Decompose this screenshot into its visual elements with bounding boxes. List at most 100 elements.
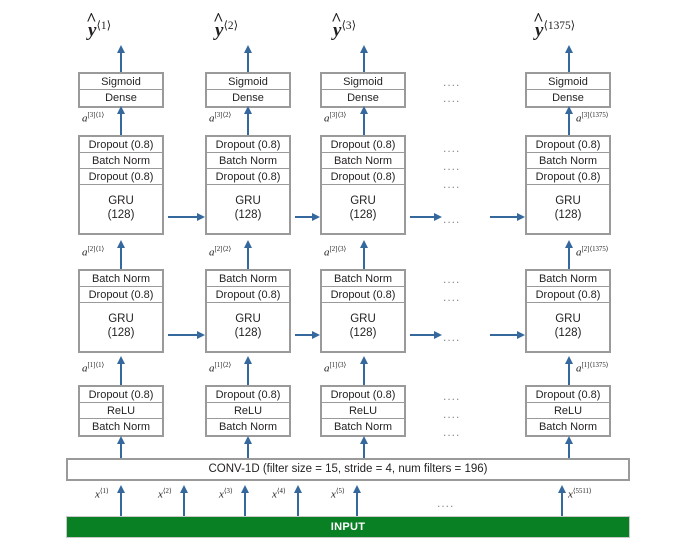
arrow-input-4	[294, 485, 302, 517]
layer-batchnorm: Batch Norm	[80, 271, 162, 287]
arrow-a3-col1	[117, 106, 125, 135]
output-block-col2: Sigmoid Dense	[205, 72, 291, 108]
convpost-block-col4: Dropout (0.8) ReLU Batch Norm	[525, 385, 611, 437]
layer-relu: ReLU	[322, 403, 404, 419]
ellipsis-batchnorm1-row: ....	[443, 425, 461, 439]
arrow-a2-col2	[244, 240, 252, 269]
x-superscript: ⟨4⟩	[276, 488, 286, 495]
layer-batchnorm: Batch Norm	[538, 421, 598, 433]
gru-name: GRU	[350, 313, 376, 325]
output-block-col3: Sigmoid Dense	[320, 72, 406, 108]
layer-dropout-bottom: Dropout (0.8)	[322, 169, 404, 185]
layer-batchnorm: Batch Norm	[527, 271, 609, 287]
arrow-a2-col1	[117, 240, 125, 269]
input-label-5: x⟨5⟩	[331, 487, 345, 501]
gru-name: GRU	[108, 313, 134, 325]
arrow-input-3	[241, 485, 249, 517]
layer-relu: ReLU	[527, 403, 609, 419]
gru-units: (128)	[349, 327, 377, 339]
layer-dropout: Dropout (0.8)	[207, 387, 289, 403]
layer-batchnorm: Batch Norm	[333, 421, 393, 433]
gru-units: (128)	[107, 209, 135, 221]
ellipsis-batchnorm3-row: ....	[443, 159, 461, 173]
output-label-col3: y⟨3⟩	[333, 18, 356, 42]
input-label-last: x⟨5511⟩	[568, 487, 592, 501]
layer-sigmoid: Sigmoid	[527, 74, 609, 90]
gru2-block-col1: Batch Norm Dropout (0.8) GRU (128)	[78, 269, 164, 353]
arrow-output-col4	[565, 45, 573, 72]
layer-dense: Dense	[347, 92, 379, 104]
layer-batchnorm: Batch Norm	[207, 271, 289, 287]
x-superscript: ⟨1⟩	[99, 488, 109, 495]
gru-name: GRU	[555, 313, 581, 325]
a2-label-col2: a[2]⟨2⟩	[209, 245, 231, 259]
input-label-1: x⟨1⟩	[95, 487, 109, 501]
layer-dropout: Dropout (0.8)	[322, 387, 404, 403]
x-superscript: ⟨3⟩	[223, 488, 233, 495]
layer-gru: GRU (128)	[207, 303, 289, 351]
gru3-block-col2: Dropout (0.8) Batch Norm Dropout (0.8) G…	[205, 135, 291, 235]
layer-dropout-bottom: Dropout (0.8)	[80, 169, 162, 185]
layer-gru: GRU (128)	[527, 303, 609, 351]
input-bar: INPUT	[66, 516, 630, 538]
ellipsis-dense-row: ....	[443, 91, 461, 105]
arrow-output-col2	[244, 45, 252, 72]
a2-superscript: [2]⟨3⟩	[329, 246, 347, 253]
a1-label-col2: a[1]⟨2⟩	[209, 361, 231, 375]
gru-units: (128)	[349, 209, 377, 221]
layer-dropout: Dropout (0.8)	[322, 287, 404, 303]
a1-superscript: [1]⟨1375⟩	[581, 362, 609, 369]
convpost-block-col2: Dropout (0.8) ReLU Batch Norm	[205, 385, 291, 437]
layer-dropout: Dropout (0.8)	[80, 287, 162, 303]
y-hat-superscript: ⟨3⟩	[341, 20, 357, 32]
x-superscript: ⟨5511⟩	[572, 488, 592, 495]
ellipsis-dropout3-row: ....	[443, 141, 461, 155]
layer-sigmoid: Sigmoid	[207, 74, 289, 90]
recurrent-arrow-gru3-1to2	[168, 213, 205, 221]
output-label-col2: y⟨2⟩	[215, 18, 238, 42]
gru-name: GRU	[235, 195, 261, 207]
arrow-input-last	[558, 485, 566, 517]
a3-superscript: [3]⟨2⟩	[214, 112, 232, 119]
y-hat-superscript: ⟨1375⟩	[543, 20, 576, 32]
ellipsis-dropout2-row: ....	[443, 290, 461, 304]
a3-superscript: [3]⟨1⟩	[87, 112, 105, 119]
output-block-col4: Sigmoid Dense	[525, 72, 611, 108]
y-hat-glyph: y	[215, 20, 223, 41]
x-superscript: ⟨5⟩	[335, 488, 345, 495]
layer-dropout-bottom: Dropout (0.8)	[527, 169, 609, 185]
y-hat-glyph: y	[88, 20, 96, 41]
gru2-block-col3: Batch Norm Dropout (0.8) GRU (128)	[320, 269, 406, 353]
convpost-block-col1: Dropout (0.8) ReLU Batch Norm	[78, 385, 164, 437]
arrow-a3-col4	[565, 106, 573, 135]
layer-sigmoid: Sigmoid	[322, 74, 404, 90]
arrow-a2-col4	[565, 240, 573, 269]
layer-batchnorm: Batch Norm	[322, 271, 404, 287]
layer-batchnorm: Batch Norm	[207, 153, 289, 169]
y-hat-glyph: y	[333, 20, 341, 41]
recurrent-arrow-gru3-2to3	[295, 213, 320, 221]
layer-gru: GRU (128)	[80, 185, 162, 233]
input-label-2: x⟨2⟩	[158, 487, 172, 501]
gru-name: GRU	[350, 195, 376, 207]
a2-label-col1: a[2]⟨1⟩	[82, 245, 104, 259]
arrow-a2-col3	[360, 240, 368, 269]
gru2-block-col2: Batch Norm Dropout (0.8) GRU (128)	[205, 269, 291, 353]
ellipsis-sigmoid-row: ....	[443, 75, 461, 89]
a1-label-col4: a[1]⟨1375⟩	[576, 361, 608, 375]
gru2-block-col4: Batch Norm Dropout (0.8) GRU (128)	[525, 269, 611, 353]
layer-dropout-top: Dropout (0.8)	[207, 137, 289, 153]
a1-superscript: [1]⟨1⟩	[87, 362, 105, 369]
layer-dense: Dense	[552, 92, 584, 104]
arrow-a1-col4	[565, 356, 573, 385]
layer-gru: GRU (128)	[322, 303, 404, 351]
gru-name: GRU	[108, 195, 134, 207]
gru-name: GRU	[555, 195, 581, 207]
layer-dropout: Dropout (0.8)	[80, 387, 162, 403]
gru-name: GRU	[235, 313, 261, 325]
a1-label-col3: a[1]⟨3⟩	[324, 361, 346, 375]
a2-label-col4: a[2]⟨1375⟩	[576, 245, 608, 259]
arrow-output-col3	[360, 45, 368, 72]
arrow-input-5	[353, 485, 361, 517]
gru-units: (128)	[554, 209, 582, 221]
